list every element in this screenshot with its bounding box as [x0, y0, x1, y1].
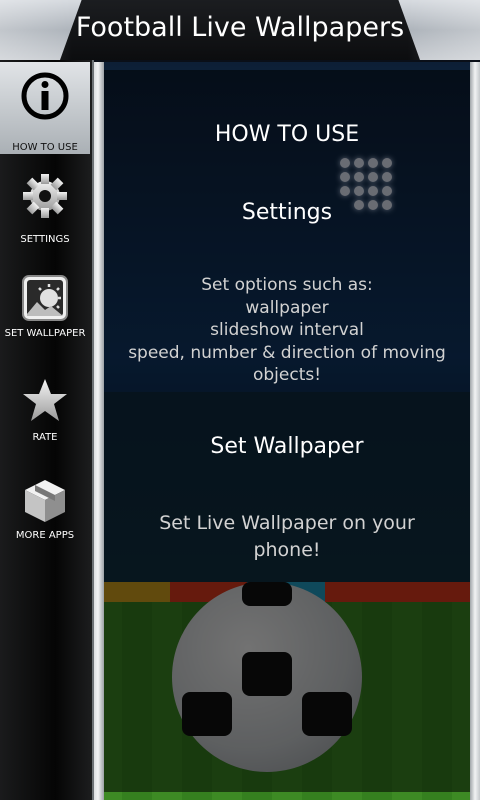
settings-line: Set options such as: — [201, 275, 373, 295]
sidebar-item-more-apps[interactable]: MORE APPS — [0, 466, 90, 558]
box-icon — [25, 480, 65, 522]
sidebar-item-label: SETTINGS — [20, 234, 70, 245]
app-header: Football Live Wallpapers — [0, 0, 480, 60]
sidebar-item-set-wallpaper[interactable]: SET WALLPAPER — [0, 264, 90, 356]
sidebar-item-how-to-use[interactable]: HOW TO USE — [0, 62, 90, 154]
wallpaper-line: Set Live Wallpaper on your — [159, 512, 415, 534]
star-icon — [23, 379, 67, 421]
sidebar-item-label: RATE — [32, 432, 58, 443]
sidebar-item-label: MORE APPS — [15, 530, 75, 541]
sidebar: HOW TO USE SETTINGS SET WALLPAPER RATE M… — [0, 60, 94, 800]
sidebar-item-settings[interactable]: SETTINGS — [0, 162, 90, 254]
sidebar-item-label: HOW TO USE — [12, 142, 78, 153]
set-wallpaper-heading: Set Wallpaper — [210, 434, 364, 459]
settings-line: objects! — [252, 365, 322, 385]
content-panel — [104, 70, 470, 792]
sidebar-item-label: SET WALLPAPER — [4, 328, 86, 339]
sidebar-item-rate[interactable]: RATE — [0, 366, 90, 458]
info-icon — [21, 72, 69, 120]
gear-icon — [23, 174, 67, 218]
settings-line: slideshow interval — [210, 320, 364, 340]
settings-heading: Settings — [241, 200, 333, 225]
settings-description: Set options such as: wallpaper slideshow… — [104, 274, 470, 387]
settings-line: wallpaper — [245, 297, 329, 318]
set-wallpaper-description: Set Live Wallpaper on your phone! — [104, 510, 470, 564]
panel-frame-right — [470, 62, 480, 800]
page-title: HOW TO USE — [214, 122, 360, 147]
app-title: Football Live Wallpapers — [75, 12, 405, 43]
wallpaper-line: phone! — [253, 539, 321, 561]
wallpaper-icon — [22, 275, 68, 321]
settings-line: speed, number & direction of moving — [128, 342, 446, 363]
